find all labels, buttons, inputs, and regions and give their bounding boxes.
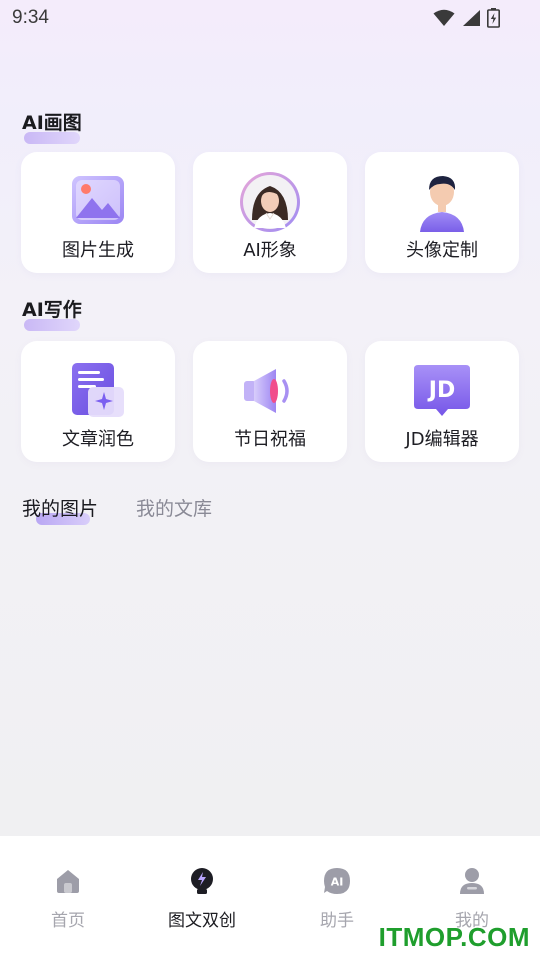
card-label: 图片生成 — [62, 240, 134, 261]
tab-label: 我的图片 — [22, 498, 99, 520]
speaker-greeting-icon — [244, 369, 289, 413]
section-title-ai-writing: AI写作 — [22, 295, 82, 331]
nav-label: 图文双创 — [168, 911, 236, 931]
card-label: JD编辑器 — [405, 429, 479, 450]
status-time: 9:34 — [12, 7, 49, 28]
profile-icon — [460, 868, 484, 894]
card-label: AI形象 — [243, 240, 297, 261]
image-generate-icon — [72, 176, 124, 224]
section-title-text: AI写作 — [22, 299, 82, 321]
card-label: 节日祝福 — [234, 429, 306, 450]
status-bar: 9:34 — [0, 0, 540, 36]
jd-editor-icon: JD — [414, 365, 470, 416]
ai-assistant-icon: AI — [324, 868, 350, 894]
svg-text:JD: JD — [427, 378, 455, 403]
tab-label: 我的文库 — [136, 498, 213, 520]
nav-item-home[interactable]: 首页 — [8, 866, 128, 931]
status-icons — [433, 8, 500, 28]
card-article-polish[interactable]: 文章润色 — [21, 341, 175, 462]
svg-text:AI: AI — [331, 876, 344, 889]
tab-my-images[interactable]: 我的图片 — [22, 494, 99, 525]
card-jd-editor[interactable]: JD JD编辑器 — [365, 341, 519, 462]
card-festival-greeting[interactable]: 节日祝福 — [193, 341, 347, 462]
ai-avatar-portrait-icon — [240, 172, 300, 232]
card-avatar-custom[interactable]: 头像定制 — [365, 152, 519, 273]
home-icon — [57, 870, 79, 893]
nav-item-graphic-create[interactable]: 图文双创 — [142, 866, 262, 931]
avatar-custom-icon — [420, 176, 464, 232]
watermark: ITMOP.COM — [378, 922, 530, 952]
card-label: 头像定制 — [406, 240, 478, 261]
battery-icon — [487, 8, 500, 28]
tab-my-library[interactable]: 我的文库 — [136, 494, 212, 521]
section-title-ai-drawing: AI画图 — [22, 108, 82, 144]
nav-label: 首页 — [51, 911, 85, 931]
section-title-text: AI画图 — [22, 112, 82, 134]
wifi-icon — [433, 9, 455, 26]
card-label: 文章润色 — [62, 429, 134, 450]
card-image-generate[interactable]: 图片生成 — [21, 152, 175, 273]
article-polish-icon — [72, 363, 124, 417]
bulb-icon — [191, 868, 213, 894]
signal-icon — [463, 10, 480, 26]
card-ai-avatar[interactable]: AI形象 — [193, 152, 347, 273]
library-tabs: 我的图片 我的文库 — [22, 494, 212, 525]
